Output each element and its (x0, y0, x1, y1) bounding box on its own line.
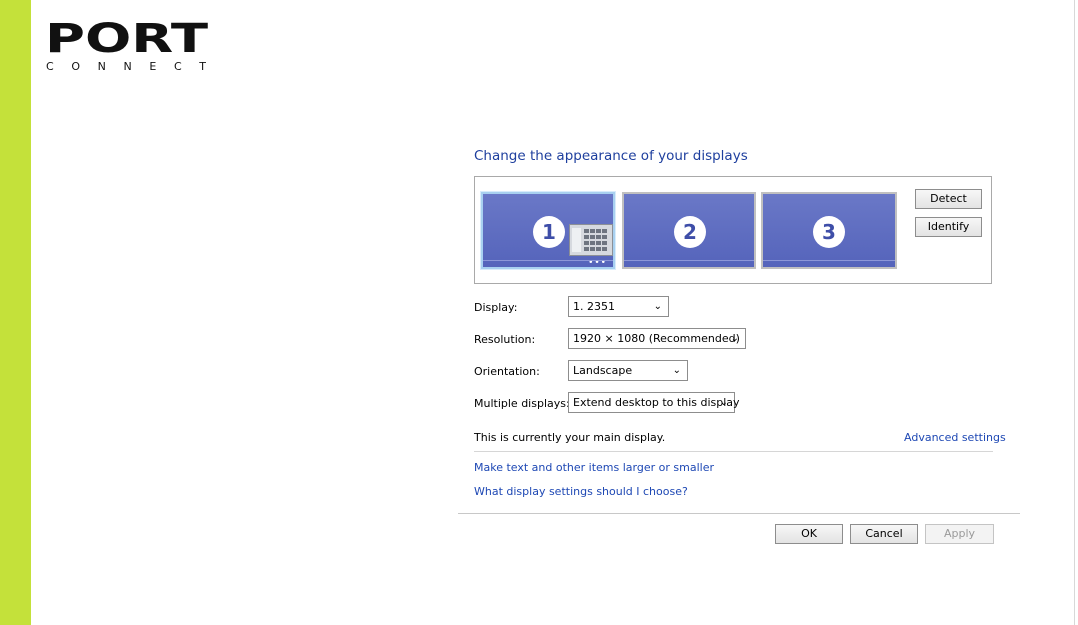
text-size-link[interactable]: Make text and other items larger or smal… (474, 461, 714, 474)
display-label: Display: (474, 301, 518, 314)
divider (474, 451, 993, 452)
multiple-displays-select-value: Extend desktop to this display (573, 396, 740, 409)
cancel-button[interactable]: Cancel (850, 524, 918, 544)
resolution-select-value: 1920 × 1080 (Recommended) (573, 332, 740, 345)
chevron-down-icon: ⌄ (719, 397, 728, 408)
main-display-status: This is currently your main display. (474, 431, 666, 444)
resolution-select[interactable]: 1920 × 1080 (Recommended) ⌄ (568, 328, 746, 349)
footer-divider (458, 513, 1020, 514)
monitor-2-number: 2 (674, 216, 706, 248)
display-select-value: 1. 2351 (573, 300, 615, 313)
monitor-3-number: 3 (813, 216, 845, 248)
apply-button[interactable]: Apply (925, 524, 994, 544)
port-connect-logo: PORT CONNECT (45, 18, 210, 74)
ok-button[interactable]: OK (775, 524, 843, 544)
monitor-1-number: 1 (533, 216, 565, 248)
display-help-link[interactable]: What display settings should I choose? (474, 485, 688, 498)
logo-word-port: PORT (45, 18, 209, 62)
display-select[interactable]: 1. 2351 ⌄ (568, 296, 669, 317)
chevron-down-icon: ⌄ (653, 301, 662, 312)
identify-button[interactable]: Identify (915, 217, 982, 237)
detect-button[interactable]: Detect (915, 189, 982, 209)
monitor-3[interactable]: 3 (761, 192, 897, 269)
accent-side-bar (0, 0, 31, 625)
multiple-displays-select[interactable]: Extend desktop to this display ⌄ (568, 392, 740, 413)
resolution-label: Resolution: (474, 333, 536, 346)
orientation-select[interactable]: Landscape ⌄ (568, 360, 688, 381)
taskbar-stripe (763, 260, 895, 261)
orientation-label: Orientation: (474, 365, 540, 378)
chevron-down-icon: ⌄ (730, 333, 739, 344)
monitor-2[interactable]: 2 (622, 192, 756, 269)
taskbar-stripe (483, 260, 613, 261)
multiple-displays-label: Multiple displays: (474, 397, 570, 410)
dialog-title: Change the appearance of your displays (474, 148, 748, 164)
advanced-settings-link[interactable]: Advanced settings (904, 431, 1006, 444)
chevron-down-icon: ⌄ (672, 365, 681, 376)
monitor-1[interactable]: 1 ••• (481, 192, 615, 269)
taskbar-stripe (624, 260, 754, 261)
orientation-select-value: Landscape (573, 364, 633, 377)
page-divider (1074, 0, 1075, 625)
keyboard-grid-icon (569, 224, 613, 256)
